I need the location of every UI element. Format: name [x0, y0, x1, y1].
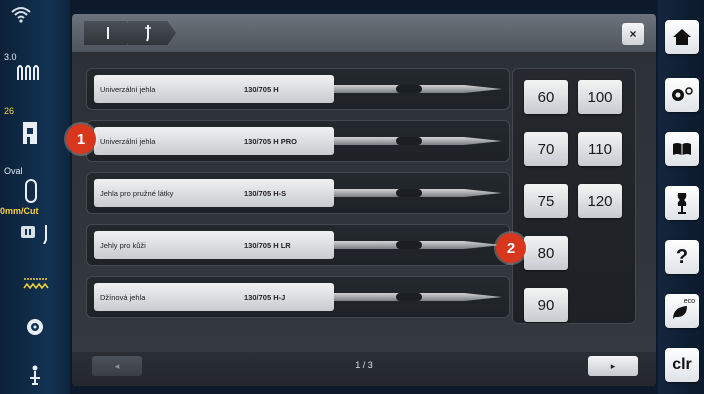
- thread-tension-icon[interactable]: [26, 364, 44, 388]
- needle-illustration: [334, 189, 502, 197]
- needle-illustration: [334, 241, 502, 249]
- needle-name: Jehla pro pružné látky: [100, 189, 174, 198]
- needle-code: 130/705 H: [244, 85, 279, 94]
- stitch-length-value: 26: [4, 106, 15, 116]
- guide-button[interactable]: [665, 132, 699, 166]
- needle-row[interactable]: Univerzální jehla 130/705 H PRO: [86, 120, 510, 162]
- dress-form-icon: [677, 193, 687, 214]
- stitch-width-value: 3.0: [4, 52, 17, 62]
- gear-icon: [672, 87, 693, 101]
- page-indicator: 1 / 3: [355, 360, 373, 370]
- needle-code: 130/705 H-S: [244, 189, 287, 198]
- size-button-60[interactable]: 60: [524, 80, 568, 114]
- zigzag-stitch-icon[interactable]: [22, 276, 50, 292]
- needle-breadcrumb-icon: [145, 25, 151, 42]
- needle-name: Jehly pro kůži: [100, 241, 146, 250]
- needle-size-panel: 60 100 70 110 75 120 80 90: [512, 68, 636, 324]
- sewing-consultant-button[interactable]: [665, 186, 699, 220]
- needle-selection-window: × Univerzální jehla 130/705 H Univerzáln…: [72, 14, 656, 386]
- home-button[interactable]: [665, 20, 699, 54]
- help-button[interactable]: ?: [665, 240, 699, 274]
- needle-button[interactable]: Univerzální jehla 130/705 H: [94, 75, 334, 103]
- needle-code: 130/705 H PRO: [244, 137, 297, 146]
- stitch-width-icon[interactable]: [16, 62, 42, 84]
- needle-name: Univerzální jehla: [100, 137, 156, 146]
- size-button-120[interactable]: 120: [578, 184, 622, 218]
- needle-button[interactable]: Jehly pro kůži 130/705 H LR: [94, 231, 334, 259]
- size-button-70[interactable]: 70: [524, 132, 568, 166]
- stitch-plate-icon[interactable]: [24, 178, 38, 204]
- bobbin-icon[interactable]: [26, 318, 44, 336]
- right-nav-bar: ? eco clr: [658, 0, 704, 394]
- needle-button[interactable]: Jehla pro pružné látky 130/705 H-S: [94, 179, 334, 207]
- needle-illustration: [334, 137, 502, 145]
- wifi-icon[interactable]: [10, 6, 32, 24]
- window-header: ×: [72, 14, 656, 52]
- size-button-80[interactable]: 80: [524, 236, 568, 270]
- home-icon: [673, 29, 691, 45]
- eco-button[interactable]: eco: [665, 294, 699, 328]
- size-button-90[interactable]: 90: [524, 288, 568, 322]
- needle-row[interactable]: Jehly pro kůži 130/705 H LR: [86, 224, 510, 266]
- needle-illustration: [334, 85, 502, 93]
- pagination-bar: ◂ 1 / 3 ▸: [72, 352, 656, 386]
- needle-illustration: [334, 293, 502, 301]
- needle-button[interactable]: Univerzální jehla 130/705 H PRO: [94, 127, 334, 155]
- settings-button[interactable]: [665, 78, 699, 112]
- next-page-button[interactable]: ▸: [588, 356, 638, 376]
- needle-row[interactable]: Džínová jehla 130/705 H-J: [86, 276, 510, 318]
- prev-page-button[interactable]: ◂: [92, 356, 142, 376]
- breadcrumb-needle-tab[interactable]: [128, 21, 176, 45]
- callout-1: 1: [66, 124, 96, 154]
- size-button-75[interactable]: 75: [524, 184, 568, 218]
- needle-code: 130/705 H LR: [244, 241, 291, 250]
- breadcrumb-tab-1-marker: [107, 27, 109, 39]
- needle-name: Džínová jehla: [100, 293, 146, 302]
- presser-foot-label: Oval: [4, 166, 23, 176]
- needle-stop-label: 0mm/Cut: [0, 206, 39, 216]
- presser-foot-icon[interactable]: [20, 120, 40, 146]
- size-button-100[interactable]: 100: [578, 80, 622, 114]
- left-status-bar: 3.0 26 Oval 0mm/Cut: [0, 0, 70, 394]
- needle-selection-icon[interactable]: [20, 224, 60, 244]
- needle-name: Univerzální jehla: [100, 85, 156, 94]
- close-button[interactable]: ×: [622, 23, 644, 45]
- callout-2: 2: [496, 233, 526, 263]
- eco-label: eco: [683, 298, 695, 305]
- needle-row[interactable]: Jehla pro pružné látky 130/705 H-S: [86, 172, 510, 214]
- size-button-110[interactable]: 110: [578, 132, 622, 166]
- book-icon: [673, 143, 691, 155]
- needle-button[interactable]: Džínová jehla 130/705 H-J: [94, 283, 334, 311]
- needle-row[interactable]: Univerzální jehla 130/705 H: [86, 68, 510, 110]
- needle-code: 130/705 H-J: [244, 293, 286, 302]
- needle-content: Univerzální jehla 130/705 H Univerzální …: [72, 52, 656, 352]
- clear-button[interactable]: clr: [665, 348, 699, 382]
